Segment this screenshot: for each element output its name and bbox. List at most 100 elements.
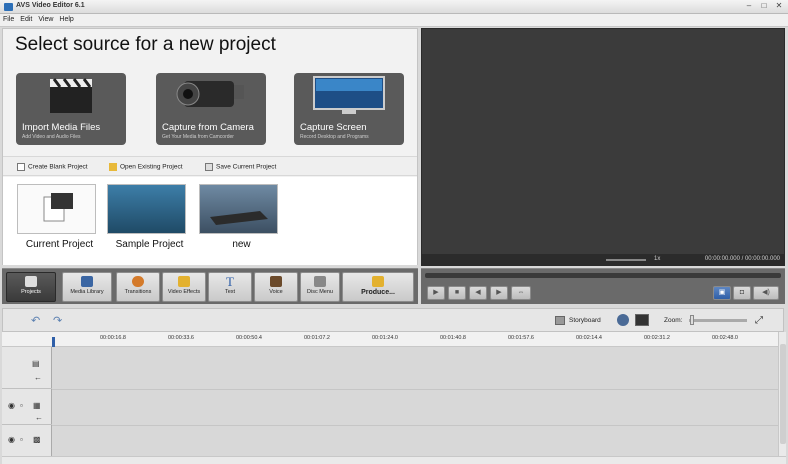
- playback-speed[interactable]: 1x: [654, 256, 660, 262]
- effects-track-header: ◉ ▫ ▦ ←: [2, 389, 52, 425]
- project-sample[interactable]: Sample Project: [107, 184, 192, 250]
- fit-timeline-icon[interactable]: ⤢: [755, 315, 763, 326]
- voice-button[interactable]: Voice: [254, 272, 298, 302]
- storyboard-label[interactable]: Storyboard: [569, 317, 601, 324]
- transitions-button[interactable]: Transitions: [116, 272, 160, 302]
- projects-button[interactable]: Projects: [6, 272, 56, 302]
- title-bar: AVS Video Editor 6.1 – □ ✕: [0, 0, 788, 14]
- quick-actions: Create Blank Project Open Existing Proje…: [3, 156, 417, 176]
- media-library-button[interactable]: Media Library: [62, 272, 112, 302]
- text-button[interactable]: T Text: [208, 272, 252, 302]
- save-icon: [205, 163, 213, 171]
- source-title: Select source for a new project: [15, 34, 276, 55]
- stop-button[interactable]: ■: [448, 286, 466, 300]
- ruler-tick: 00:02:48.0: [712, 335, 738, 341]
- redo-icon[interactable]: ↷: [53, 314, 62, 327]
- video-track-header: ▤ ←: [2, 347, 52, 389]
- menu-edit[interactable]: Edit: [17, 14, 35, 25]
- disc-menu-icon: [314, 276, 326, 287]
- transitions-icon: [132, 276, 144, 287]
- visibility-icon[interactable]: ◉: [8, 401, 15, 410]
- create-blank-project-button[interactable]: Create Blank Project: [17, 163, 88, 171]
- maximize-button[interactable]: □: [757, 1, 771, 12]
- project-label: Current Project: [25, 239, 94, 250]
- text-label: Text: [224, 289, 236, 295]
- arrow-left-icon[interactable]: ←: [35, 413, 43, 422]
- app-icon: [4, 3, 13, 11]
- capture-from-camera-card[interactable]: Capture from Camera Get Your Media from …: [156, 73, 266, 145]
- visibility-icon[interactable]: ◉: [8, 435, 15, 444]
- zoom-label: Zoom:: [664, 317, 683, 324]
- save-current-project-button[interactable]: Save Current Project: [205, 163, 276, 171]
- ruler-tick: 00:01:24.0: [372, 335, 398, 341]
- import-media-files-sub: Add Video and Audio Files: [22, 134, 81, 140]
- timeline-tracks[interactable]: [52, 347, 778, 458]
- zoom-slider-thumb[interactable]: [690, 315, 694, 325]
- save-current-project-label: Save Current Project: [216, 163, 277, 171]
- undo-icon[interactable]: ↶: [31, 314, 40, 327]
- menu-view[interactable]: View: [35, 14, 56, 25]
- capture-from-camera-sub: Get Your Media from Camcorder: [162, 134, 234, 140]
- playhead[interactable]: [52, 337, 55, 347]
- vertical-scrollbar[interactable]: [778, 332, 786, 458]
- track-divider: [52, 425, 778, 426]
- horizontal-scrollbar[interactable]: [2, 456, 786, 464]
- folder-icon: [109, 163, 117, 171]
- storyboard-icon[interactable]: [555, 316, 565, 325]
- source-panel: Select source for a new project Import M…: [2, 28, 418, 265]
- seek-bar[interactable]: [425, 273, 781, 278]
- open-existing-project-button[interactable]: Open Existing Project: [109, 163, 183, 171]
- volume-icon[interactable]: ◀): [753, 286, 779, 300]
- capture-screen-sub: Record Desktop and Programs: [300, 134, 369, 140]
- capture-screen-label: Capture Screen: [300, 122, 367, 133]
- lock-icon[interactable]: ▫: [20, 435, 23, 444]
- capture-screen-card[interactable]: Capture Screen Record Desktop and Progra…: [294, 73, 404, 145]
- ruler-tick: 00:02:14.4: [576, 335, 602, 341]
- project-thumbnail: [199, 184, 278, 234]
- split-button[interactable]: ⇔: [511, 286, 531, 300]
- window-title: AVS Video Editor 6.1: [16, 2, 85, 9]
- text-track-header: ◉ ▫ ▩: [2, 425, 52, 458]
- view-options-icon[interactable]: [635, 314, 649, 326]
- project-current[interactable]: Current Project: [17, 184, 102, 250]
- disc-menu-label: Disc Menu: [307, 289, 333, 295]
- voice-label: Voice: [269, 289, 283, 295]
- lock-icon[interactable]: ▫: [20, 401, 23, 410]
- disc-menu-button[interactable]: Disc Menu: [300, 272, 340, 302]
- project-thumbnail: [17, 184, 96, 234]
- camcorder-icon: [156, 73, 266, 117]
- import-media-files-card[interactable]: Import Media Files Add Video and Audio F…: [16, 73, 126, 145]
- project-thumbnail: [107, 184, 186, 234]
- audio-mixer-icon[interactable]: [617, 314, 629, 326]
- ruler-tick: 00:00:33.6: [168, 335, 194, 341]
- microphone-icon: [270, 276, 282, 287]
- close-button[interactable]: ✕: [772, 1, 786, 12]
- produce-button[interactable]: Produce...: [342, 272, 414, 302]
- import-media-files-label: Import Media Files: [22, 122, 101, 133]
- menu-file[interactable]: File: [0, 14, 17, 25]
- snapshot-button[interactable]: ◘: [733, 286, 751, 300]
- media-library-icon: [81, 276, 93, 287]
- monitor-icon: [294, 73, 404, 117]
- scrollbar-thumb[interactable]: [780, 344, 786, 444]
- timeline-ruler[interactable]: 00:00:16.8 00:00:33.6 00:00:50.4 00:01:0…: [2, 332, 778, 347]
- previous-frame-button[interactable]: ◀: [469, 286, 487, 300]
- next-frame-button[interactable]: ▶: [490, 286, 508, 300]
- volume-slider[interactable]: [606, 259, 646, 261]
- menu-help[interactable]: Help: [56, 14, 76, 25]
- menu-bar: File Edit View Help: [0, 14, 788, 27]
- minimize-button[interactable]: –: [742, 1, 756, 12]
- transitions-label: Transitions: [124, 289, 152, 295]
- preview-status-bar: 1x 00:00:00.000 / 00:00:00.000: [422, 254, 784, 265]
- capture-from-camera-label: Capture from Camera: [162, 122, 254, 133]
- video-effects-label: Video Effects: [167, 289, 201, 295]
- produce-icon: [372, 276, 384, 287]
- zoom-slider[interactable]: [689, 319, 747, 322]
- ruler-tick: 00:01:57.6: [508, 335, 534, 341]
- fullscreen-button[interactable]: ▣: [713, 286, 731, 300]
- arrow-left-icon[interactable]: ←: [34, 373, 42, 382]
- play-button[interactable]: ▶: [427, 286, 445, 300]
- video-effects-icon: [178, 276, 190, 287]
- project-new[interactable]: new: [199, 184, 284, 250]
- video-effects-button[interactable]: Video Effects: [162, 272, 206, 302]
